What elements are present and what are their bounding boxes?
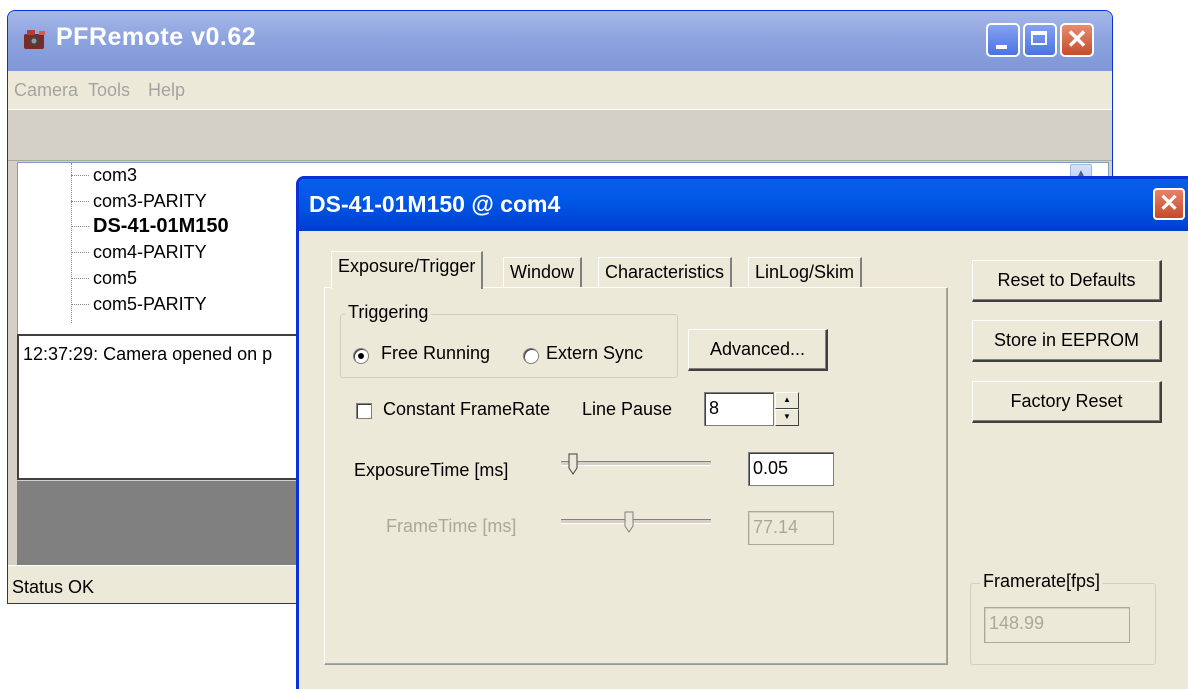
constant-framerate-checkbox[interactable] bbox=[356, 403, 372, 419]
log-panel[interactable]: 12:37:29: Camera opened on p bbox=[17, 334, 309, 480]
framerate-value: 148.99 bbox=[984, 607, 1130, 643]
close-button[interactable]: ✕ bbox=[1060, 23, 1094, 57]
frame-time-label: FrameTime [ms] bbox=[386, 516, 517, 536]
tree-item-com4-parity[interactable]: com4-PARITY bbox=[71, 241, 207, 263]
dialog-close-button[interactable]: ✕ bbox=[1153, 188, 1185, 220]
line-pause-input[interactable]: 8 bbox=[704, 392, 774, 426]
free-running-label: Free Running bbox=[381, 343, 491, 363]
menubar: Camera Tools Help bbox=[8, 71, 1112, 109]
gray-panel bbox=[17, 481, 317, 565]
spin-up-button[interactable]: ▲ bbox=[775, 392, 799, 409]
tree-item-com5[interactable]: com5 bbox=[71, 267, 137, 289]
log-line: 12:37:29: Camera opened on p bbox=[23, 344, 273, 364]
exposure-time-label: ExposureTime [ms] bbox=[354, 460, 509, 480]
minimize-button[interactable] bbox=[986, 23, 1020, 57]
store-eeprom-button[interactable]: Store in EEPROM bbox=[972, 320, 1162, 362]
status-text: Status OK bbox=[12, 577, 95, 597]
radio-free-running[interactable] bbox=[353, 348, 369, 364]
menu-camera[interactable]: Camera bbox=[14, 80, 78, 101]
maximize-button[interactable] bbox=[1023, 23, 1057, 57]
extern-sync-label: Extern Sync bbox=[546, 343, 644, 363]
tree-item-com5-parity[interactable]: com5-PARITY bbox=[71, 293, 207, 315]
main-titlebar[interactable]: PFRemote v0.62 ✕ bbox=[8, 11, 1112, 71]
exposure-slider-track[interactable] bbox=[561, 461, 711, 466]
reset-defaults-button[interactable]: Reset to Defaults bbox=[972, 260, 1162, 302]
factory-reset-button[interactable]: Factory Reset bbox=[972, 381, 1162, 423]
line-pause-spinner: ▲ ▼ bbox=[775, 392, 799, 426]
tree-item-com3-parity[interactable]: com3-PARITY bbox=[71, 190, 207, 212]
tree-item-com3[interactable]: com3 bbox=[71, 164, 137, 186]
tab-characteristics[interactable]: Characteristics bbox=[598, 257, 733, 287]
tab-window[interactable]: Window bbox=[503, 257, 583, 287]
camera-dialog: DS-41-01M150 @ com4 ✕ Exposure/Trigger W… bbox=[296, 176, 1188, 689]
framerate-legend: Framerate[fps] bbox=[980, 571, 1104, 592]
frametime-slider-track bbox=[561, 519, 711, 524]
tree-item-ds-41-01m150[interactable]: DS-41-01M150 bbox=[71, 215, 229, 237]
toolbar bbox=[8, 109, 1112, 161]
constant-framerate-label: Constant FrameRate bbox=[383, 399, 551, 419]
close-icon: ✕ bbox=[1066, 24, 1088, 54]
tab-exposure-trigger[interactable]: Exposure/Trigger bbox=[331, 251, 484, 289]
line-pause-label: Line Pause bbox=[582, 399, 673, 419]
frametime-slider-thumb bbox=[624, 511, 634, 533]
advanced-button[interactable]: Advanced... bbox=[688, 329, 828, 371]
frame-time-input: 77.14 bbox=[748, 511, 834, 545]
spin-down-button[interactable]: ▼ bbox=[775, 409, 799, 426]
dialog-titlebar[interactable]: DS-41-01M150 @ com4 ✕ bbox=[299, 179, 1188, 231]
radio-extern-sync[interactable] bbox=[523, 348, 539, 364]
close-icon: ✕ bbox=[1158, 190, 1180, 217]
camera-app-icon bbox=[24, 30, 45, 49]
menu-tools[interactable]: Tools bbox=[88, 80, 130, 101]
tab-linlog-skim[interactable]: LinLog/Skim bbox=[748, 257, 863, 287]
menu-help[interactable]: Help bbox=[148, 80, 185, 101]
exposure-slider-thumb[interactable] bbox=[568, 453, 578, 475]
app-title: PFRemote v0.62 bbox=[56, 23, 257, 51]
triggering-legend: Triggering bbox=[345, 302, 432, 323]
dialog-title: DS-41-01M150 @ com4 bbox=[309, 191, 561, 217]
exposure-time-input[interactable]: 0.05 bbox=[748, 452, 834, 486]
